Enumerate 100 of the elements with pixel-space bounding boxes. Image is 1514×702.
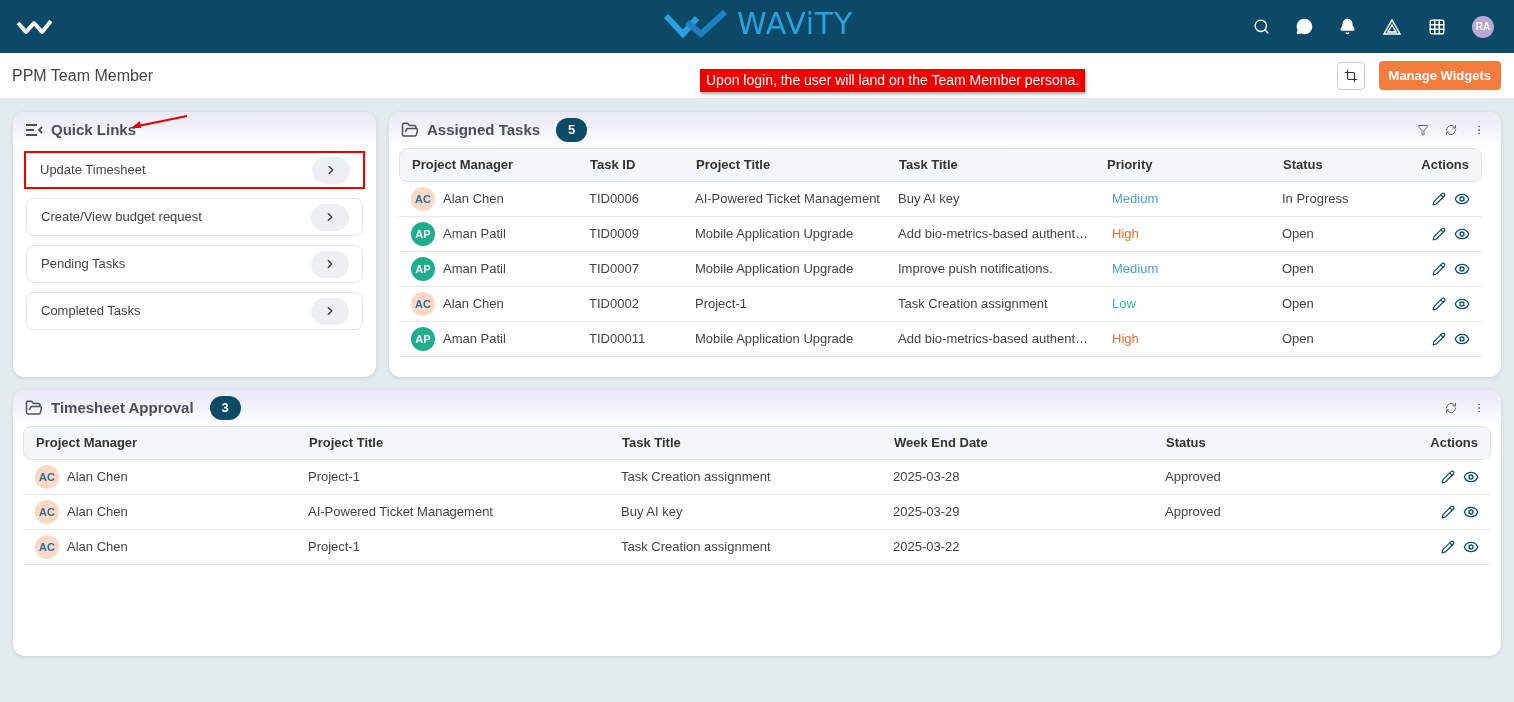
avatar: AP [411,222,435,246]
view-icon[interactable] [1463,469,1479,485]
quick-link-item[interactable]: Create/View budget request [26,198,363,236]
edit-icon[interactable] [1441,470,1455,484]
quick-link-item[interactable]: Pending Tasks [26,245,363,283]
edit-icon[interactable] [1441,505,1455,519]
grid-icon[interactable] [1428,17,1446,36]
triangle-icon[interactable] [1382,17,1402,36]
table-cell-text: Add bio-metrics-based authent… [898,225,1090,244]
table-cell-text: 2025-03-28 [893,468,961,487]
table-cell-text: TID0007 [589,260,640,279]
view-icon[interactable] [1454,226,1470,242]
notification-icon[interactable] [1339,18,1356,35]
table-cell-text: Mobile Application Upgrade [695,260,855,279]
widget-title: Quick Links [51,119,137,140]
quick-link-item[interactable]: Completed Tasks [26,292,363,330]
search-icon[interactable] [1253,18,1270,35]
table-cell-text: Aman Patil [443,260,506,279]
annotation-callout: Upon login, the user will land on the Team Member persona. [700,69,1086,92]
view-icon[interactable] [1454,331,1470,347]
count-badge: 5 [556,118,588,142]
avatar: AC [35,465,59,489]
table-cell-text: Mobile Application Upgrade [695,330,855,349]
table-cell-text: TID00011 [589,330,647,349]
folder-icon [401,121,419,139]
table-cell-text: Alan Chen [67,468,128,487]
folder-icon [25,399,43,417]
priority-label: Low [1111,296,1136,312]
table-cell-text: Alan Chen [443,295,504,314]
avatar: AC [411,187,435,211]
priority-label: High [1111,331,1139,347]
view-icon[interactable] [1463,504,1479,520]
table-cell-text: In Progress [1281,190,1350,209]
crop-button[interactable] [1336,61,1365,90]
table-cell-text: Open [1281,260,1315,279]
widget-title: Assigned Tasks [427,119,541,140]
crop-icon [1343,68,1358,83]
table-cell-text: TID0006 [589,190,640,209]
table-cell-text: TID0009 [589,225,640,244]
column-header: Project Manager [35,434,139,453]
column-header: Project Title [309,434,385,453]
table-cell-text: 2025-03-29 [893,503,961,522]
table-cell-text: TID0002 [589,295,640,314]
column-header: Status [1282,156,1324,175]
table-cell-text: Project-1 [695,295,749,314]
quick-link-item[interactable]: Update Timesheet [24,151,365,189]
table-cell: Approved [1165,469,1221,485]
table-cell-text: Aman Patil [443,330,506,349]
view-icon[interactable] [1454,261,1470,277]
count-badge: 3 [209,396,241,420]
avatar: AP [411,257,435,281]
brand-name: WAViTY [737,9,853,39]
column-header: Project Manager [411,156,515,175]
avatar: AC [35,500,59,524]
quick-link-label: Create/View budget request [41,208,202,227]
edit-icon[interactable] [1441,540,1455,554]
table-cell-text: Project-1 [308,538,362,557]
table-cell-text: Project-1 [308,468,362,487]
edit-icon[interactable] [1432,192,1446,206]
priority-label: Medium [1111,191,1159,207]
edit-icon[interactable] [1432,332,1446,346]
refresh-icon[interactable] [1445,124,1457,136]
view-icon[interactable] [1454,191,1470,207]
page-title: PPM Team Member [12,65,154,86]
filter-icon[interactable] [1417,124,1429,136]
view-icon[interactable] [1454,296,1470,312]
column-header: Task Title [622,434,682,453]
column-header: Task ID [590,156,637,175]
quick-link-label: Pending Tasks [41,255,126,274]
table-cell-text: Alan Chen [67,503,128,522]
column-header: Actions [1429,434,1479,453]
column-header: Status [1166,434,1207,453]
edit-icon[interactable] [1432,227,1446,241]
edit-icon[interactable] [1432,297,1446,311]
widget-title: Timesheet Approval [51,397,194,418]
column-header: Week End Date [894,434,989,453]
refresh-icon[interactable] [1445,402,1457,414]
edit-icon[interactable] [1432,262,1446,276]
table-cell: Approved [1165,504,1221,520]
table-cell-text: AI-Powered Ticket Management [308,503,494,522]
table-cell-text: Add bio-metrics-based authent… [898,330,1090,349]
quick-link-label: Completed Tasks [41,302,141,321]
table-cell-text: Improve push notifications. [898,260,1054,279]
avatar: AC [411,292,435,316]
column-header: Task Title [899,156,959,175]
table-cell-text: Open [1281,295,1315,314]
table-cell-text: Mobile Application Upgrade [695,225,855,244]
column-header: Priority [1106,156,1154,175]
table-cell-text: Aman Patil [443,225,506,244]
collapse-menu-icon[interactable] [25,123,43,137]
priority-label: Medium [1111,261,1159,277]
table-cell-text: Open [1281,225,1315,244]
avatar: AC [35,535,59,559]
table-cell-text: AI-Powered Ticket Management [695,190,881,209]
column-header: Actions [1420,156,1470,175]
table-cell-text: 2025-03-22 [893,538,961,557]
table-cell-text: Buy AI key [898,190,961,209]
chat-bubble-icon[interactable] [1296,18,1313,35]
view-icon[interactable] [1463,539,1479,555]
avatar: AP [411,327,435,351]
